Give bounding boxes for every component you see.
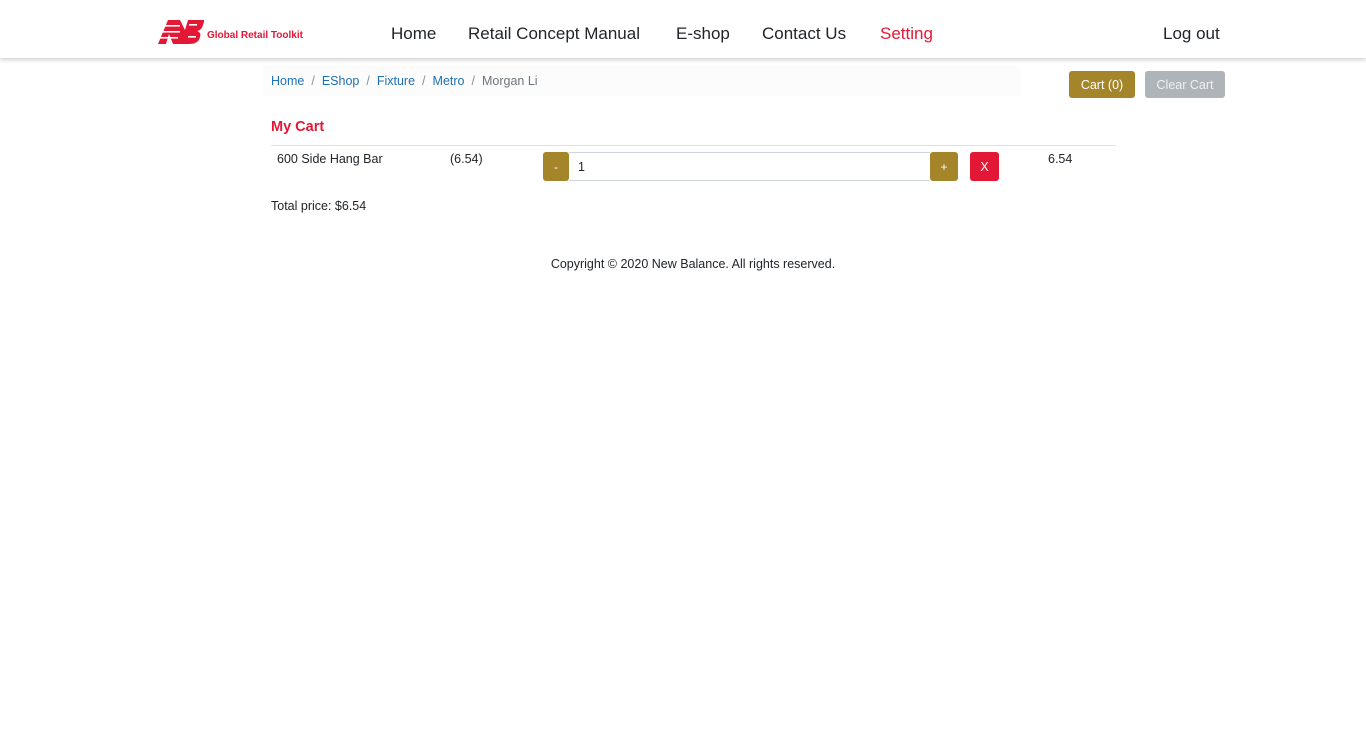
total-price: Total price: $6.54 — [271, 199, 367, 213]
item-unit-price: (6.54) — [450, 152, 483, 166]
nb-logo-icon — [158, 20, 204, 44]
brand-logo-link[interactable]: Global Retail Toolkit — [158, 20, 303, 44]
increment-quantity-button[interactable]: + — [930, 152, 958, 181]
footer: Copyright © 2020 New Balance. All rights… — [0, 257, 1366, 271]
nav-e-shop[interactable]: E-shop — [676, 24, 730, 44]
breadcrumb-fixture[interactable]: Fixture — [377, 74, 415, 88]
nav-home[interactable]: Home — [391, 24, 436, 44]
breadcrumb: Home / EShop / Fixture / Metro / Morgan … — [263, 66, 1021, 96]
breadcrumb-current: Morgan Li — [481, 74, 538, 88]
item-line-total: 6.54 — [1048, 152, 1073, 166]
breadcrumb-separator: / — [311, 74, 315, 88]
remove-item-button[interactable]: X — [970, 152, 999, 181]
cart-button[interactable]: Cart (0) — [1069, 71, 1135, 98]
breadcrumb-metro[interactable]: Metro — [433, 74, 465, 88]
logout-link[interactable]: Log out — [1163, 24, 1220, 44]
cart-divider — [271, 145, 1116, 146]
nav-retail-concept-manual[interactable]: Retail Concept Manual — [468, 24, 640, 44]
clear-cart-button[interactable]: Clear Cart — [1145, 71, 1225, 98]
decrement-quantity-button[interactable]: - — [543, 152, 569, 181]
breadcrumb-separator: / — [422, 74, 426, 88]
item-name: 600 Side Hang Bar — [277, 152, 383, 166]
nav-setting[interactable]: Setting — [880, 24, 933, 44]
breadcrumb-eshop[interactable]: EShop — [322, 74, 360, 88]
brand-text: Global Retail Toolkit — [207, 29, 303, 41]
breadcrumb-home[interactable]: Home — [271, 74, 304, 88]
cart-title: My Cart — [271, 119, 325, 135]
breadcrumb-separator: / — [471, 74, 475, 88]
quantity-input[interactable] — [569, 152, 930, 181]
nav-contact-us[interactable]: Contact Us — [762, 24, 846, 44]
breadcrumb-separator: / — [366, 74, 370, 88]
top-navbar: Global Retail Toolkit Home Retail Concep… — [0, 0, 1366, 58]
copyright-text: Copyright © 2020 New Balance. All rights… — [550, 257, 836, 271]
